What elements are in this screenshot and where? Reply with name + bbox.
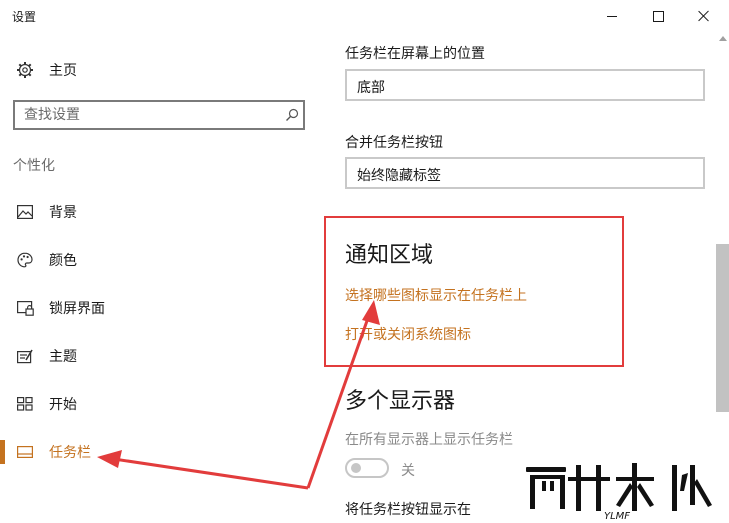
sidebar-item-label: 主页 [49,63,77,79]
scroll-thumb[interactable] [716,244,729,412]
sidebar-item-label: 颜色 [49,253,77,269]
search-icon[interactable] [285,107,299,121]
section-title: 个性化 [13,158,55,174]
annotation-highlight-box [324,216,624,367]
maximize-icon [652,10,664,22]
taskbar-icon [16,443,34,461]
multiple-displays-heading: 多个显示器 [345,389,456,414]
palette-icon [16,251,34,269]
theme-icon [16,347,34,365]
search-input[interactable] [24,106,274,124]
lock-screen-icon [16,299,34,317]
show-taskbar-all-displays-label: 在所有显示器上显示任务栏 [345,432,513,448]
svg-text:YLMF: YLMF [604,511,630,521]
minimize-button[interactable] [589,0,635,32]
show-taskbar-all-displays-toggle[interactable] [345,458,389,478]
sidebar: 主页 个性化 背景 [0,32,320,523]
title-bar: 设置 [0,0,729,32]
show-buttons-on-label: 将任务栏按钮显示在 [345,502,471,518]
picture-icon [16,203,34,221]
settings-window: 设置 主页 查找设置 个性化 背景 颜色 锁屏界面 主题 开始 任务栏 任务栏在… [0,0,729,523]
sidebar-item-home[interactable]: 主页 [0,52,320,88]
sidebar-item-label: 锁屏界面 [49,301,105,317]
close-icon [698,10,710,22]
toggle-knob [351,463,361,473]
watermark-logo: YLMF [526,463,712,521]
combine-buttons-dropdown[interactable]: 始终隐藏标签 [345,157,705,189]
gear-icon [16,61,34,79]
toggle-state-label: 关 [401,463,415,479]
window-title: 设置 [12,10,37,24]
maximize-button[interactable] [635,0,681,32]
sidebar-item-lock-screen[interactable]: 锁屏界面 [0,290,320,326]
start-icon [16,395,34,413]
taskbar-position-dropdown[interactable]: 底部 [345,69,705,101]
sidebar-item-label: 主题 [49,349,77,365]
active-indicator [0,440,5,464]
scrollbar[interactable] [716,32,729,523]
sidebar-item-themes[interactable]: 主题 [0,338,320,374]
sidebar-item-colors[interactable]: 颜色 [0,242,320,278]
sidebar-item-label: 任务栏 [49,445,91,461]
scroll-up-arrow-icon[interactable] [719,36,727,41]
sidebar-item-background[interactable]: 背景 [0,194,320,230]
combine-buttons-label: 合并任务栏按钮 [345,135,443,151]
sidebar-item-start[interactable]: 开始 [0,386,320,422]
sidebar-item-label: 开始 [49,397,77,413]
close-button[interactable] [681,0,727,32]
sidebar-item-label: 背景 [49,205,77,221]
dropdown-value: 始终隐藏标签 [357,168,441,184]
sidebar-item-taskbar[interactable]: 任务栏 [0,434,320,470]
taskbar-position-label: 任务栏在屏幕上的位置 [345,46,485,62]
dropdown-value: 底部 [357,80,385,96]
search-box [13,100,305,130]
minimize-icon [607,15,617,17]
